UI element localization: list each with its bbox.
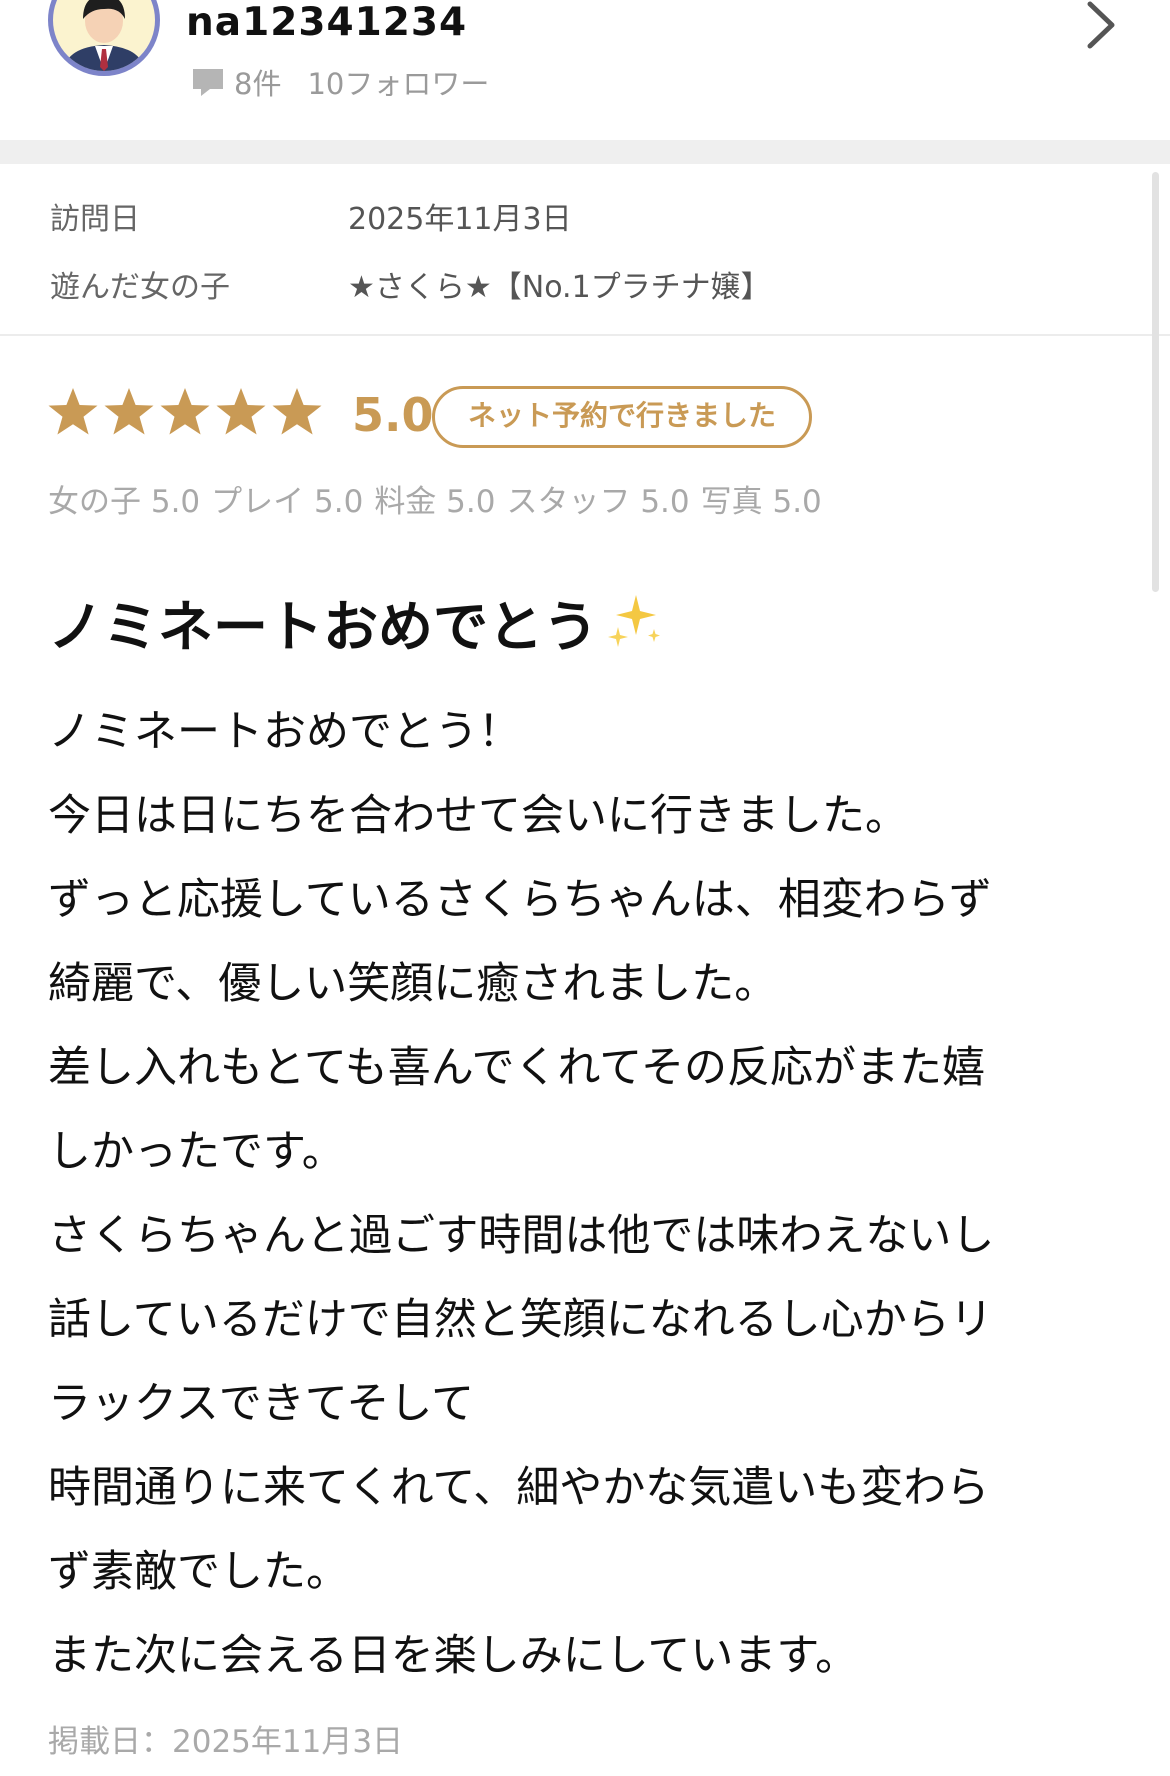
review-page: na12341234 8件 10フォロワー 訪問日 2025年11月3日 遊んだ… xyxy=(0,0,1170,1776)
star-icon xyxy=(48,388,98,435)
sub-scores: 女の子 5.0 プレイ 5.0 料金 5.0 スタッフ 5.0 写真 5.0 xyxy=(48,476,833,521)
review-line: 話しているだけで自然と笑顔になれるし心からリ xyxy=(48,1295,993,1345)
review-line: しかったです。 xyxy=(48,1127,345,1177)
review-line: さくらちゃんと過ごす時間は他では味わえないし xyxy=(48,1211,995,1261)
star-icon xyxy=(160,388,210,435)
avatar xyxy=(48,0,160,76)
review-body: ノミネートおめでとう！ 今日は日にちを合わせて会いに行きました。ずっと応援している… xyxy=(48,690,1148,1698)
review-line: 差し入れもとても喜んでくれてその反応がまた嬉 xyxy=(48,1043,985,1093)
review-line: 綺麗で、優しい笑顔に癒されました。 xyxy=(48,959,778,1009)
follower-count: 10フォロワー xyxy=(307,67,490,101)
posted-date: 掲載日：2025年11月3日 xyxy=(48,1724,404,1760)
net-reservation-badge: ネット予約で行きました xyxy=(432,386,812,448)
comment-icon xyxy=(193,69,223,96)
sub-score: プレイ 5.0 xyxy=(211,484,364,520)
scrollbar[interactable] xyxy=(1152,172,1159,592)
star-icon xyxy=(104,388,154,435)
rating-stars xyxy=(46,386,324,438)
girl-label: 遊んだ女の子 xyxy=(50,270,230,305)
review-line: ラックスできてそして xyxy=(48,1379,475,1429)
review-line: ずっと応援しているさくらちゃんは、相変わらず xyxy=(48,875,992,925)
star-icon xyxy=(272,388,322,435)
sparkles-icon xyxy=(608,595,661,647)
sub-score: スタッフ 5.0 xyxy=(506,484,690,520)
review-line: ノミネートおめでとう！ xyxy=(48,707,521,757)
rating-score: 5.0 xyxy=(352,388,434,442)
reviewer-stats: 8件 10フォロワー xyxy=(190,62,489,102)
review-line: また次に会える日を楽しみにしています。 xyxy=(48,1631,859,1681)
girl-name: ★さくら★【No.1プラチナ嬢】 xyxy=(348,270,771,305)
reviewer-name: na12341234 xyxy=(186,0,468,45)
review-line: ず素敵でした。 xyxy=(48,1547,349,1597)
divider xyxy=(0,334,1170,336)
visit-date-label: 訪問日 xyxy=(50,202,140,237)
section-separator xyxy=(0,140,1170,164)
chevron-right-icon[interactable] xyxy=(1080,0,1124,50)
review-line: 時間通りに来てくれて、細やかな気遣いも変わら xyxy=(48,1463,990,1513)
review-title: ノミネートおめでとう xyxy=(48,582,668,662)
sub-score: 写真 5.0 xyxy=(700,484,822,520)
review-title-text: ノミネートおめでとう xyxy=(48,595,599,659)
visit-date-value: 2025年11月3日 xyxy=(348,202,572,237)
sub-score: 料金 5.0 xyxy=(374,484,496,520)
review-line: 今日は日にちを合わせて会いに行きました。 xyxy=(48,791,908,841)
visit-info: 訪問日 2025年11月3日 遊んだ女の子 ★さくら★【No.1プラチナ嬢】 xyxy=(0,164,1170,334)
star-icon xyxy=(216,388,266,435)
sub-score: 女の子 5.0 xyxy=(48,484,201,520)
reviewer-profile-link[interactable]: na12341234 8件 10フォロワー xyxy=(0,0,1170,140)
review-count: 8件 xyxy=(234,67,282,101)
avatar-illustration xyxy=(63,0,145,71)
